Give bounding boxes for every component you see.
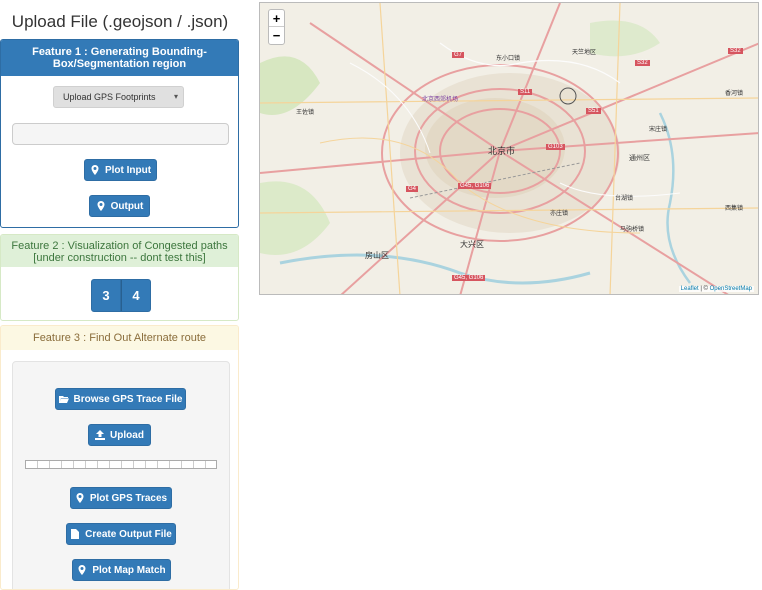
map-label-tiangong: 台湖镇 xyxy=(615,196,634,202)
plot-input-button[interactable]: Plot Input xyxy=(84,159,157,181)
caret-down-icon: ▾ xyxy=(173,92,178,101)
upload-gps-footprints-select[interactable]: Upload GPS Footprints ▾ xyxy=(53,86,184,108)
create-output-label: Create Output File xyxy=(85,528,172,540)
map-view[interactable]: 北京市 通州区 大兴区 房山区 北京西郊机场 天竺地区 宋庄镇 王佐镇 马驹桥镇… xyxy=(259,2,759,295)
map-attribution: Leaflet | © OpenStreetMap xyxy=(678,286,754,292)
plot-map-match-button[interactable]: Plot Map Match xyxy=(72,559,171,581)
folder-open-icon xyxy=(58,396,69,403)
upload-icon xyxy=(95,430,106,440)
button-3[interactable]: 3 xyxy=(91,279,121,312)
map-label-tianzhu: 天竺地区 xyxy=(572,50,597,56)
zoom-out-button[interactable]: − xyxy=(269,27,284,44)
feature2-heading: Feature 2 : Visualization of Congested p… xyxy=(1,235,238,267)
select-label: Upload GPS Footprints xyxy=(63,92,156,102)
map-marker-icon xyxy=(91,165,99,175)
file-icon xyxy=(71,529,80,539)
shield-s51: S51 xyxy=(586,108,601,114)
plot-traces-label: Plot GPS Traces xyxy=(89,492,168,504)
shield-s32b: S32 xyxy=(728,48,743,54)
map-label-tongzhou: 通州区 xyxy=(629,155,650,162)
plot-gps-traces-button[interactable]: Plot GPS Traces xyxy=(70,487,172,509)
output-button[interactable]: Output xyxy=(89,195,150,217)
trace-upload-progress-bar xyxy=(25,460,217,469)
button-4[interactable]: 4 xyxy=(121,279,151,312)
map-label-fangshan: 房山区 xyxy=(365,251,389,260)
feature2-panel: Feature 2 : Visualization of Congested p… xyxy=(0,234,239,321)
feature1-heading: Feature 1 : Generating Bounding-Box/Segm… xyxy=(1,40,238,76)
zoom-control: + − xyxy=(268,9,285,45)
feature3-panel: Feature 3 : Find Out Alternate route Bro… xyxy=(0,325,239,590)
create-output-file-button[interactable]: Create Output File xyxy=(66,523,176,545)
map-label-xiji: 西集镇 xyxy=(725,206,744,212)
map-label-daxing: 大兴区 xyxy=(460,240,484,249)
map-label-xiangyang: 香河镇 xyxy=(725,91,744,97)
map-marker-icon xyxy=(78,565,86,575)
plot-map-label: Plot Map Match xyxy=(92,564,166,576)
map-marker-icon xyxy=(76,493,84,503)
left-column: Upload File (.geojson / .json) Feature 1… xyxy=(0,0,240,590)
map-label-yizhuang: 亦庄镇 xyxy=(550,211,569,217)
upload-progress-bar xyxy=(12,123,229,145)
browse-gps-trace-button[interactable]: Browse GPS Trace File xyxy=(55,388,186,410)
attribution-separator: | © xyxy=(698,286,710,292)
upload-button[interactable]: Upload xyxy=(88,424,151,446)
shield-g45: G45, G106 xyxy=(458,183,492,189)
map-label-airport: 北京西郊机场 xyxy=(422,97,459,103)
map-label-majiapu: 马驹桥镇 xyxy=(620,227,645,233)
map-label-city: 北京市 xyxy=(488,146,516,156)
shield-g4: G4 xyxy=(406,186,419,192)
shield-g103: G103 xyxy=(546,144,565,150)
map-label-songzhuang: 宋庄镇 xyxy=(649,127,668,133)
browse-label: Browse GPS Trace File xyxy=(73,393,183,405)
shield-s11: S11 xyxy=(518,89,533,95)
osm-link[interactable]: OpenStreetMap xyxy=(710,286,752,292)
feature3-well: Browse GPS Trace File Upload Plot GPS Tr… xyxy=(12,361,230,589)
shield-g45b: G45, G106 xyxy=(452,275,486,281)
zoom-in-button[interactable]: + xyxy=(269,10,284,27)
shield-s32: S32 xyxy=(635,60,650,66)
map-label-wangzuo: 王佐镇 xyxy=(296,110,315,116)
plot-input-label: Plot Input xyxy=(104,164,152,176)
upload-label: Upload xyxy=(110,429,144,441)
leaflet-link[interactable]: Leaflet xyxy=(681,286,699,292)
congested-paths-button-group: 3 4 xyxy=(91,279,151,312)
page-title: Upload File (.geojson / .json) xyxy=(11,12,229,31)
map-marker-icon xyxy=(97,201,105,211)
shield-g7: G7 xyxy=(452,52,465,58)
feature1-panel: Feature 1 : Generating Bounding-Box/Segm… xyxy=(0,39,239,228)
output-label: Output xyxy=(110,200,144,212)
map-label-dongxiaokou: 东小口镇 xyxy=(496,56,521,62)
feature3-heading: Feature 3 : Find Out Alternate route xyxy=(1,326,238,350)
